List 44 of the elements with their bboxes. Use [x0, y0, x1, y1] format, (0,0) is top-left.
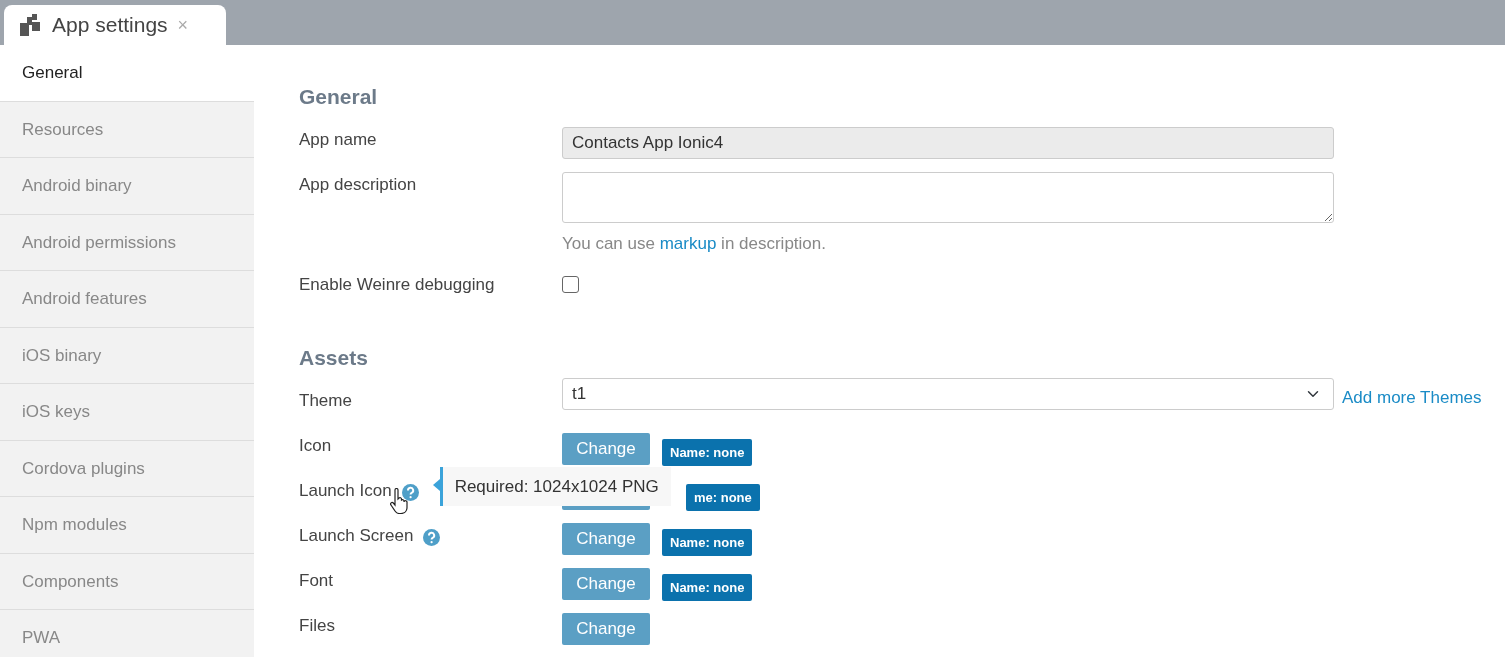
sidebar-item[interactable]: Components	[0, 553, 254, 610]
field-label: Font	[299, 569, 334, 592]
close-button[interactable]: ×	[177, 11, 189, 39]
sidebar-item[interactable]: Android binary	[0, 158, 254, 215]
sidebar-item[interactable]: iOS binary	[0, 327, 254, 384]
field-label: App name	[299, 128, 378, 151]
app-description-field[interactable]	[562, 171, 1334, 223]
field-label: Enable Weinre debugging	[299, 274, 496, 296]
sidebar-item[interactable]: Cordova plugins	[0, 440, 254, 497]
field-label: Launch Icon	[299, 479, 392, 502]
sidebar-item[interactable]: iOS keys	[0, 384, 254, 441]
sidebar-item[interactable]: Npm modules	[0, 497, 254, 554]
field-label: Icon	[299, 434, 332, 457]
sidebar-item[interactable]: PWA	[0, 610, 254, 657]
sidebar-item[interactable]: Android features	[0, 271, 254, 328]
change-button[interactable]: Change	[562, 522, 650, 555]
field-label: Files	[299, 614, 335, 637]
tab-title: App settings	[52, 12, 168, 39]
weinre-checkbox[interactable]	[562, 276, 579, 293]
section-heading: Assets	[299, 345, 369, 371]
sidebar-item[interactable]: Android permissions	[0, 214, 254, 271]
section-heading: General	[299, 84, 379, 110]
tooltip: Required: 1024x1024 PNG	[431, 466, 671, 506]
name-badge: Name: none	[662, 438, 753, 466]
sidebar-item[interactable]: Resources	[0, 101, 254, 158]
add-themes-link[interactable]: Add more Themes	[1342, 384, 1482, 433]
name-badge: Name: none	[662, 528, 753, 556]
name-badge: Name: none	[662, 573, 753, 601]
help-icon[interactable]	[423, 529, 441, 546]
app-tab[interactable]: App settings ×	[4, 5, 226, 45]
help-icon[interactable]	[401, 484, 419, 501]
field-label: Theme	[299, 389, 353, 412]
markup-link[interactable]: markup	[659, 233, 717, 253]
change-button[interactable]: Change	[562, 612, 650, 645]
change-button[interactable]: Change	[562, 432, 650, 465]
field-label: Launch Screen	[299, 524, 414, 547]
theme-select[interactable]: t1	[562, 377, 1334, 410]
pointer-cursor-icon	[389, 487, 410, 514]
help-text: You can use markup in description.	[562, 232, 827, 255]
field-label: App description	[299, 173, 418, 196]
document-icon	[20, 14, 42, 36]
change-button[interactable]: Change	[562, 567, 650, 600]
sidebar-item[interactable]: General	[0, 45, 254, 102]
name-badge: me: none	[686, 483, 760, 511]
